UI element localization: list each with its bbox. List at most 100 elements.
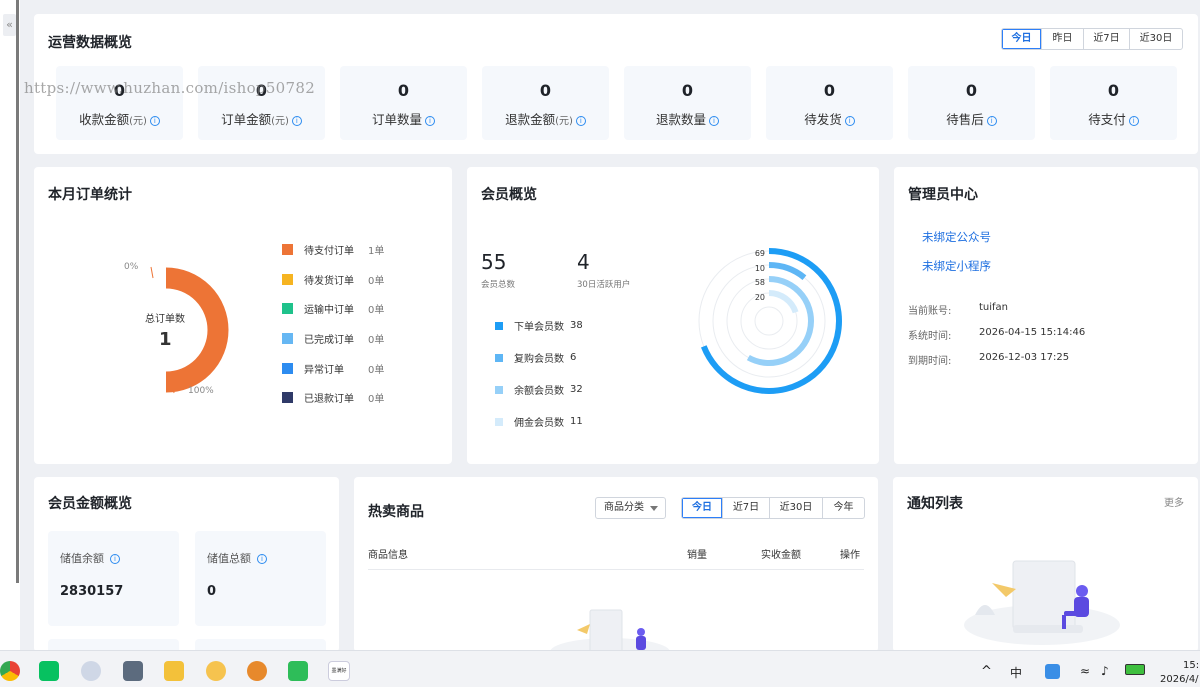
bind-official-account-link[interactable]: 未绑定公众号	[922, 229, 991, 245]
row-value: 2026-04-15 15:14:46	[979, 327, 1086, 338]
order-legend-item: 待发货订单 0单	[282, 272, 384, 287]
stat-value: 0	[681, 81, 694, 100]
legend-value: 0单	[368, 394, 385, 405]
row-value: 2026-12-03 17:25	[979, 352, 1070, 363]
member-ring-chart: 69 10 58 20	[698, 248, 842, 394]
legend-name: 运输中订单	[304, 305, 354, 316]
wechat-icon[interactable]	[39, 661, 59, 681]
balance-card-next-row	[48, 639, 179, 650]
range-7d-button[interactable]: 近7日	[1084, 29, 1130, 49]
hot-range-selector: 今日 近7日 近30日 今年	[681, 497, 865, 519]
column-header-actions: 操作	[840, 550, 860, 561]
member-total-label: 会员总数	[481, 280, 516, 290]
row-key: 到期时间:	[908, 356, 952, 367]
stat-value: 0	[965, 81, 978, 100]
stat-card-refund-count: 0 退款数量 i	[624, 66, 751, 140]
balance-card-stored-total: 储值总额 i 0	[195, 531, 326, 626]
legend-swatch	[282, 333, 293, 344]
chrome-icon[interactable]	[0, 661, 20, 681]
legend-name: 待支付订单	[304, 246, 354, 257]
info-icon[interactable]: i	[257, 554, 267, 564]
info-icon[interactable]: i	[291, 116, 302, 126]
legend-name: 余额会员数	[514, 386, 564, 397]
row-key: 系统时间:	[908, 331, 952, 342]
stat-label: 退款数量 i	[624, 109, 751, 128]
order-legend-item: 待支付订单 1单	[282, 242, 384, 257]
order-legend-item: 运输中订单 0单	[282, 301, 384, 316]
legend-swatch	[495, 417, 503, 426]
monthly-orders-title: 本月订单统计	[48, 187, 132, 203]
legend-swatch	[282, 363, 293, 374]
stat-card-to-pay: 0 待支付 i	[1050, 66, 1177, 140]
info-icon[interactable]: i	[709, 116, 719, 126]
stat-value: 0	[397, 81, 410, 100]
range-yesterday-button[interactable]: 昨日	[1042, 29, 1084, 49]
category-select[interactable]: 商品分类	[595, 497, 666, 519]
folder-icon[interactable]	[164, 661, 184, 681]
sidebar-scrollbar[interactable]	[16, 0, 19, 583]
legend-value: 32	[570, 384, 583, 395]
chevron-down-icon	[650, 506, 658, 511]
clock-time[interactable]: 15:	[1183, 660, 1199, 671]
balance-card-next-row	[195, 639, 326, 650]
wifi-icon[interactable]: ≈	[1080, 664, 1090, 678]
contact-avatar-icon[interactable]	[81, 661, 101, 681]
legend-value: 6	[570, 352, 577, 363]
chat-icon[interactable]	[288, 661, 308, 681]
collapse-button[interactable]: «	[3, 14, 16, 36]
info-icon[interactable]: i	[986, 116, 997, 126]
legend-value: 0单	[368, 335, 385, 346]
donut-center-value: 1	[159, 329, 172, 350]
column-header-product: 商品信息	[368, 550, 408, 561]
hot-products-title: 热卖商品	[368, 504, 424, 520]
range-today-button[interactable]: 今日	[1002, 29, 1042, 49]
balance-value: 2830157	[60, 584, 124, 599]
balance-label: 储值余额 i	[60, 550, 120, 566]
hot-range-7d-button[interactable]: 近7日	[723, 498, 770, 518]
legend-name: 已完成订单	[304, 335, 354, 346]
order-legend-item: 异常订单 0单	[282, 361, 384, 376]
stat-card-order-amount: 0 订单金额(元) i	[198, 66, 325, 140]
search-app-icon[interactable]	[1045, 664, 1060, 679]
row-value: tuifan	[979, 302, 1009, 313]
stat-card-after-sale: 0 待售后 i	[908, 66, 1035, 140]
stat-value: 0	[255, 81, 268, 100]
hot-range-30d-button[interactable]: 近30日	[770, 498, 823, 518]
order-donut-chart	[150, 266, 229, 394]
app-circle-icon[interactable]	[206, 661, 226, 681]
legend-value: 11	[570, 416, 583, 427]
legend-swatch	[495, 321, 503, 330]
range-30d-button[interactable]: 近30日	[1130, 29, 1182, 49]
game-icon[interactable]	[247, 661, 267, 681]
notice-more-link[interactable]: 更多	[1164, 494, 1184, 509]
column-header-amount: 实收金额	[761, 550, 801, 561]
stat-value: 0	[113, 81, 126, 100]
hot-range-today-button[interactable]: 今日	[682, 498, 723, 518]
hot-range-year-button[interactable]: 今年	[823, 498, 864, 518]
battery-icon[interactable]	[1125, 664, 1145, 675]
input-method-icon[interactable]: 中	[1010, 664, 1022, 681]
donut-center-label: 总订单数	[145, 314, 185, 325]
info-icon[interactable]: i	[1128, 116, 1139, 126]
member-active-label: 30日活跃用户	[577, 280, 631, 290]
info-icon[interactable]: i	[575, 116, 586, 126]
legend-name: 佣金会员数	[514, 418, 564, 429]
legend-name: 已退款订单	[304, 394, 354, 405]
info-icon[interactable]: i	[844, 116, 855, 126]
ring-arc-余额会员数	[746, 276, 814, 366]
notice-title: 通知列表	[907, 496, 963, 512]
bind-mini-program-link[interactable]: 未绑定小程序	[922, 258, 991, 274]
stat-label: 退款金额(元) i	[482, 109, 609, 128]
column-header-sales: 销量	[687, 550, 707, 561]
volume-icon[interactable]: ♪	[1101, 664, 1109, 678]
info-icon[interactable]: i	[149, 116, 160, 126]
clock-date[interactable]: 2026/4/	[1160, 674, 1199, 685]
calculator-icon[interactable]	[123, 661, 143, 681]
info-icon[interactable]: i	[425, 116, 435, 126]
order-legend-item: 已退款订单 0单	[282, 390, 384, 405]
info-icon[interactable]: i	[110, 554, 120, 564]
chevron-up-icon[interactable]: ^	[981, 664, 992, 679]
stat-value: 0	[823, 81, 836, 100]
ring-label: 58	[755, 278, 765, 287]
app-label-icon[interactable]: 墨满好	[328, 661, 350, 681]
